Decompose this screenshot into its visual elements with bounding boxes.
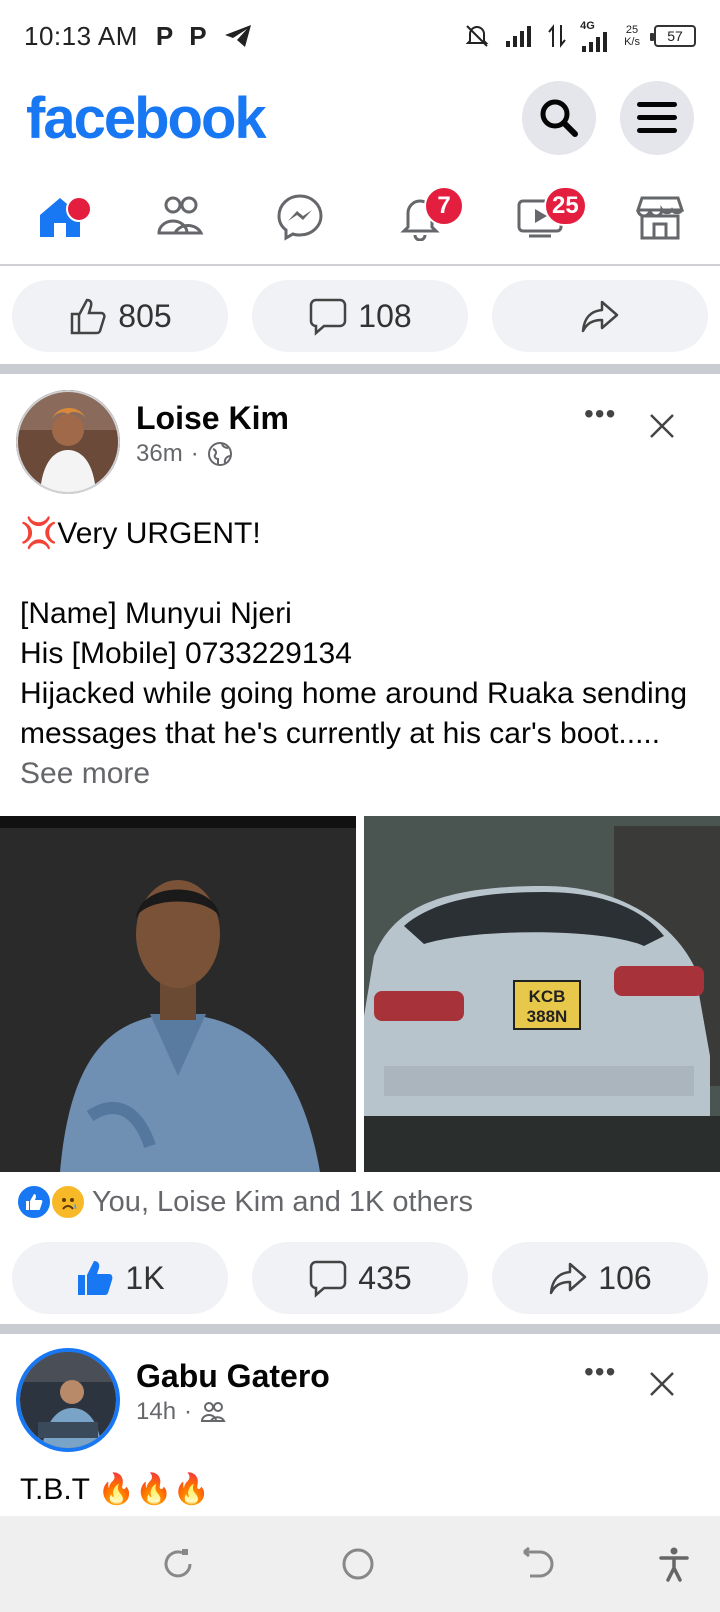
tab-messenger[interactable] bbox=[260, 182, 340, 252]
main-nav-tabs: 7 25 bbox=[0, 170, 720, 266]
tab-marketplace[interactable] bbox=[620, 182, 700, 252]
share-icon bbox=[581, 300, 619, 333]
post-time[interactable]: 36m bbox=[136, 440, 183, 468]
share-icon bbox=[550, 1262, 587, 1295]
tab-home[interactable] bbox=[20, 182, 100, 252]
network-speed: 25 K/s bbox=[624, 24, 640, 48]
reactions-summary[interactable]: You, Loise Kim and 1K others bbox=[16, 1184, 473, 1220]
watch-badge: 25 bbox=[544, 186, 587, 226]
app-header: facebook bbox=[0, 78, 720, 158]
comment-icon bbox=[310, 1260, 347, 1298]
post-line: His [Mobile] 0733229134 bbox=[20, 637, 352, 670]
globe-icon bbox=[207, 442, 232, 466]
hamburger-menu-icon bbox=[637, 102, 677, 133]
home-circle-icon[interactable] bbox=[340, 1546, 376, 1582]
post-line: [Name] Munyui Njeri bbox=[20, 597, 292, 630]
app-notification-icon: P bbox=[189, 20, 207, 51]
messenger-icon bbox=[277, 194, 323, 241]
post-actions: 1K 435 106 bbox=[0, 1242, 720, 1314]
search-icon bbox=[540, 99, 578, 137]
thumbs-up-filled-icon bbox=[78, 1261, 113, 1295]
tab-watch[interactable]: 25 bbox=[500, 182, 587, 252]
header-actions bbox=[522, 81, 694, 155]
post-author[interactable]: Loise Kim bbox=[136, 400, 289, 437]
post-photo-man[interactable] bbox=[0, 816, 356, 1172]
see-more-link[interactable]: See more bbox=[20, 757, 150, 790]
share-count: 106 bbox=[598, 1259, 652, 1296]
like-button[interactable]: 805 bbox=[12, 280, 228, 352]
telegram-icon bbox=[224, 25, 251, 47]
prev-post-actions: 805 108 bbox=[0, 280, 720, 352]
friends-icon bbox=[157, 196, 204, 235]
recent-apps-icon[interactable] bbox=[160, 1546, 196, 1582]
meta-dot: · bbox=[190, 440, 199, 467]
accessibility-icon[interactable] bbox=[656, 1546, 692, 1582]
plate-line-2: 388N bbox=[527, 1007, 568, 1026]
status-time: 10:13 AM bbox=[24, 20, 138, 51]
post-header: Gabu Gatero 14h · ••• bbox=[0, 1346, 720, 1456]
search-button[interactable] bbox=[522, 81, 596, 155]
tab-friends[interactable] bbox=[140, 182, 220, 252]
reactions-text: You, Loise Kim and 1K others bbox=[92, 1185, 474, 1218]
sad-reaction-icon bbox=[50, 1184, 86, 1220]
app-notification-icon: P bbox=[155, 20, 174, 51]
thumbs-up-outline-icon bbox=[71, 298, 106, 335]
comment-count: 435 bbox=[358, 1259, 412, 1296]
post-line: 💢Very URGENT! bbox=[20, 517, 261, 550]
meta-dot: · bbox=[184, 1398, 193, 1425]
network-type: 4G bbox=[580, 20, 610, 52]
marketplace-icon bbox=[636, 196, 684, 240]
bell-muted-icon bbox=[465, 25, 489, 47]
post-body: T.B.T 🔥🔥🔥 bbox=[20, 1470, 700, 1510]
post-time[interactable]: 14h bbox=[136, 1398, 176, 1426]
post-photo-car[interactable]: KCB 388N bbox=[364, 816, 720, 1172]
post-photos: KCB 388N bbox=[0, 816, 720, 1172]
post-separator bbox=[0, 364, 720, 374]
data-arrows-icon bbox=[548, 24, 566, 48]
post-header: Loise Kim 36m · ••• bbox=[0, 388, 720, 498]
more-options-button[interactable]: ••• bbox=[584, 398, 616, 430]
facebook-logo[interactable]: facebook bbox=[26, 85, 267, 152]
menu-button[interactable] bbox=[620, 81, 694, 155]
battery-indicator: 57 bbox=[650, 25, 696, 47]
profile-photo bbox=[20, 1352, 116, 1448]
signal-icon bbox=[506, 26, 532, 47]
like-reaction-icon bbox=[16, 1184, 52, 1220]
close-icon[interactable] bbox=[648, 412, 676, 440]
post-meta: 14h · bbox=[136, 1398, 226, 1426]
status-right-icons: 4G 25 K/s 57 bbox=[464, 20, 696, 52]
back-icon[interactable] bbox=[520, 1546, 556, 1582]
comment-count: 108 bbox=[358, 297, 412, 334]
system-navigation-bar bbox=[0, 1516, 720, 1612]
post-body: 💢Very URGENT! [Name] Munyui Njeri His [M… bbox=[20, 514, 700, 794]
share-button[interactable]: 106 bbox=[492, 1242, 708, 1314]
status-bar: 10:13 AM P P 4G 25 K/s 57 bbox=[0, 0, 720, 72]
comment-icon bbox=[310, 298, 347, 336]
signal-4g-icon bbox=[582, 32, 608, 52]
friends-audience-icon bbox=[201, 1402, 226, 1422]
tab-notifications[interactable]: 7 bbox=[380, 182, 464, 252]
more-options-button[interactable]: ••• bbox=[584, 1356, 616, 1388]
like-count: 1K bbox=[125, 1259, 165, 1296]
comment-button[interactable]: 435 bbox=[252, 1242, 468, 1314]
like-button[interactable]: 1K bbox=[12, 1242, 228, 1314]
profile-photo bbox=[16, 390, 120, 494]
post-meta: 36m · bbox=[136, 440, 233, 468]
post-line: Hijacked while going home around Ruaka s… bbox=[20, 677, 688, 790]
plate-line-1: KCB bbox=[529, 987, 566, 1006]
avatar[interactable] bbox=[16, 390, 120, 494]
home-new-dot bbox=[66, 196, 92, 222]
share-button[interactable] bbox=[492, 280, 708, 352]
post-separator bbox=[0, 1324, 720, 1334]
avatar[interactable] bbox=[16, 1348, 120, 1452]
notifications-badge: 7 bbox=[424, 186, 464, 226]
close-icon[interactable] bbox=[648, 1370, 676, 1398]
status-notification-icons: P P bbox=[156, 21, 253, 52]
comment-button[interactable]: 108 bbox=[252, 280, 468, 352]
post-line: T.B.T 🔥🔥🔥 bbox=[20, 1473, 210, 1506]
like-count: 805 bbox=[118, 297, 172, 334]
post-author[interactable]: Gabu Gatero bbox=[136, 1358, 330, 1395]
